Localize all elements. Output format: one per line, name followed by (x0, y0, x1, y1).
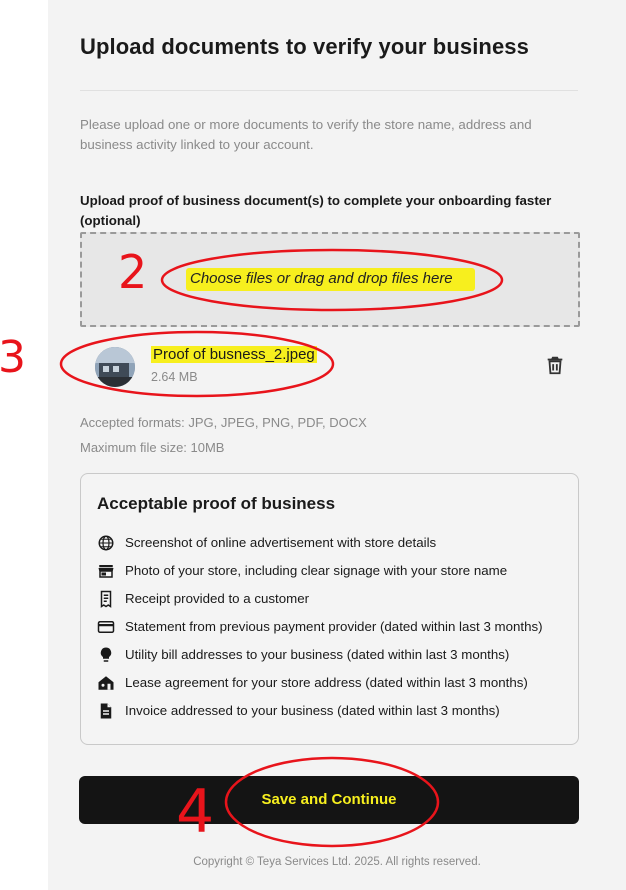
upload-label: Upload proof of business document(s) to … (80, 193, 552, 228)
save-button-label[interactable]: Save and Continue (79, 791, 579, 808)
credit-card-icon (97, 618, 115, 636)
uploaded-file-item: Proof of busness_2.jpeg 2.64 MB (80, 340, 578, 390)
list-item: Receipt provided to a customer (97, 590, 567, 608)
document-icon (97, 702, 115, 720)
list-item: Lease agreement for your store address (… (97, 674, 567, 691)
list-item-text: Screenshot of online advertisement with … (125, 535, 437, 550)
list-item-text: Utility bill addresses to your business … (125, 647, 510, 662)
file-name-text: Proof of busness_2.jpeg (151, 346, 317, 363)
list-item: Screenshot of online advertisement with … (97, 534, 567, 551)
list-item-text: Photo of your store, including clear sig… (125, 563, 508, 578)
list-item: Statement from previous payment provider… (97, 618, 567, 635)
list-item-text: Invoice addressed to your business (date… (125, 703, 500, 718)
upload-requirements: Accepted formats: JPG, JPEG, PNG, PDF, D… (80, 410, 367, 460)
file-thumbnail (95, 347, 135, 387)
storefront-icon (97, 562, 115, 580)
receipt-icon (97, 590, 115, 608)
dropzone-label[interactable]: Choose files or drag and drop files here (186, 268, 475, 291)
globe-icon (97, 534, 115, 552)
list-item-text: Lease agreement for your store address (… (125, 675, 528, 690)
list-item-text: Statement from previous payment provider… (125, 619, 543, 634)
intro-text: Please upload one or more documents to v… (80, 117, 532, 152)
annotation-number-3: 3 (0, 332, 26, 383)
footer-copyright: Copyright © Teya Services Ltd. 2025. All… (193, 856, 481, 868)
list-item-text: Receipt provided to a customer (125, 591, 310, 606)
file-name: Proof of busness_2.jpeg (151, 346, 317, 363)
divider (80, 90, 578, 91)
list-item: Photo of your store, including clear sig… (97, 562, 567, 579)
proof-list: Screenshot of online advertisement with … (97, 534, 567, 719)
list-item: Utility bill addresses to your business … (97, 646, 567, 663)
accepted-formats: Accepted formats: JPG, JPEG, PNG, PDF, D… (80, 415, 367, 430)
max-file-size: Maximum file size: 10MB (80, 440, 225, 455)
house-lease-icon (97, 674, 115, 692)
proof-of-business-card: Acceptable proof of business Screenshot … (80, 473, 579, 745)
dropzone-text[interactable]: Choose files or drag and drop files here (186, 268, 486, 291)
lightbulb-icon (97, 646, 115, 664)
card-title: Acceptable proof of business (97, 494, 336, 513)
list-item: Invoice addressed to your business (date… (97, 702, 567, 719)
file-size: 2.64 MB (151, 370, 198, 384)
file-dropzone[interactable]: Choose files or drag and drop files here (80, 232, 580, 327)
page-title: Upload documents to verify your business (80, 34, 529, 59)
trash-icon[interactable] (544, 354, 566, 376)
save-and-continue-button[interactable]: Save and Continue (79, 776, 579, 824)
